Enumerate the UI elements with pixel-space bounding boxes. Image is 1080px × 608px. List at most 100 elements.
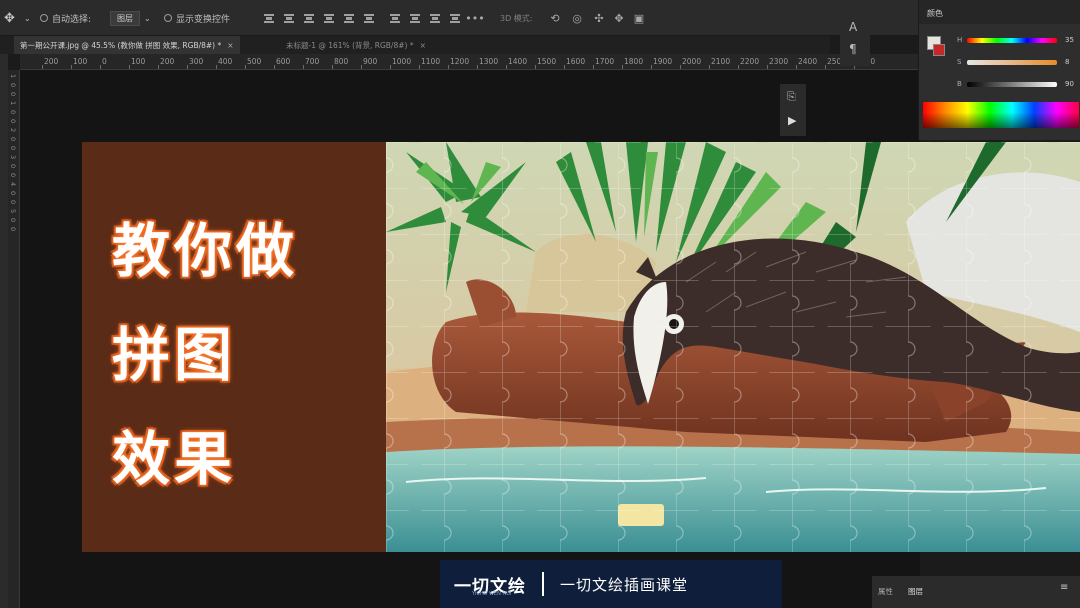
show-transform-label: 显示变换控件 [176, 14, 231, 25]
ruler-tick-label: 2 [9, 128, 17, 133]
distribute-vcenter-icon[interactable] [388, 11, 402, 25]
auto-select-value: 图层 [110, 10, 140, 26]
ruler-tick [303, 65, 304, 69]
ruler-tick [651, 65, 652, 69]
ruler-tick [593, 65, 594, 69]
ruler-tick [709, 65, 710, 69]
ruler-tick-label: 2200 [740, 57, 760, 66]
tab-label: 未标题-1 @ 161% (背景, RGB/8#) * [286, 40, 414, 50]
align-bottom-icon[interactable] [302, 11, 316, 25]
brightness-slider[interactable] [967, 82, 1057, 87]
ruler-tick-label: 4 [9, 182, 17, 187]
ruler-tick-label: 1900 [653, 57, 673, 66]
3d-rotate-icon[interactable]: ⟲ [548, 11, 562, 25]
ruler-tick [187, 65, 188, 69]
distribute-right-icon[interactable] [448, 11, 462, 25]
divider [542, 572, 544, 596]
distribute-top-icon[interactable] [362, 11, 376, 25]
3d-slide-icon[interactable]: ✥ [612, 11, 626, 25]
distribute-left-icon[interactable] [428, 11, 442, 25]
brightness-value[interactable]: 90 [1065, 80, 1074, 88]
ruler-tick [361, 65, 362, 69]
horizontal-ruler[interactable]: 200 100 0 100 200 300 400 500 600 700 800 900 1000 11… [20, 54, 920, 70]
ruler-tick-label: 0 [102, 57, 107, 66]
ruler-tick-label: 800 [334, 57, 349, 66]
ruler-tick-label: 0 [9, 83, 17, 88]
ruler-tick [796, 65, 797, 69]
brightness-label: B [957, 80, 962, 88]
document-tabs: 第一期公开课.jpg @ 45.5% (教你做 拼图 效果, RGB/8#) *… [0, 36, 830, 54]
ruler-tick [245, 65, 246, 69]
ruler-tick [767, 65, 768, 69]
3d-roll-icon[interactable]: ◎ [570, 11, 584, 25]
ruler-tick-label: 400 [218, 57, 233, 66]
auto-select-checkbox[interactable]: 自动选择: [40, 0, 91, 36]
more-dots-icon[interactable]: ••• [465, 11, 484, 25]
ruler-tick-label: 0 [9, 173, 17, 178]
ruler-tick [419, 65, 420, 69]
ruler-tick-label: 5 [9, 209, 17, 214]
history-icon[interactable]: ⎘ [787, 90, 796, 104]
color-spectrum[interactable] [923, 102, 1079, 128]
tools-panel-edge [0, 54, 8, 608]
auto-select-label: 自动选择: [52, 14, 92, 25]
ruler-tick-label: 2300 [769, 57, 789, 66]
panel-menu-icon[interactable]: ≡ [1060, 582, 1068, 593]
3d-drag-icon[interactable]: ✣ [592, 11, 606, 25]
color-panel-title: 颜色 [919, 0, 1080, 24]
paragraph-icon[interactable]: ¶ [849, 42, 857, 56]
tab-document-1[interactable]: 第一期公开课.jpg @ 45.5% (教你做 拼图 效果, RGB/8#) *… [14, 36, 240, 54]
vertical-ruler[interactable]: 1 0 0 1 0 0 2 0 0 3 0 0 4 0 0 5 0 0 [8, 70, 20, 608]
ruler-tick-label: 300 [189, 57, 204, 66]
close-icon[interactable]: × [227, 41, 233, 50]
ruler-tick-label: 1400 [508, 57, 528, 66]
move-tool-icon[interactable]: ✥ [4, 0, 15, 36]
ruler-tick [825, 65, 826, 69]
tab-layers[interactable]: 图层 [908, 586, 923, 597]
ruler-tick [71, 65, 72, 69]
align-left-icon[interactable] [322, 11, 336, 25]
saturation-slider[interactable] [967, 60, 1057, 65]
tab-document-2[interactable]: 未标题-1 @ 161% (背景, RGB/8#) * × [280, 36, 432, 54]
saturation-label: S [957, 58, 962, 66]
ruler-tick-label: 0 [9, 218, 17, 223]
ruler-tick [622, 65, 623, 69]
3d-scale-icon[interactable]: ▣ [632, 11, 646, 25]
hue-value[interactable]: 35 [1065, 36, 1074, 44]
ruler-tick-label: 1500 [537, 57, 557, 66]
tab-properties[interactable]: 属性 [878, 586, 893, 597]
ruler-tick-label: 500 [247, 57, 262, 66]
title-panel: 教你做 拼图 效果 [82, 142, 386, 552]
show-transform-checkbox[interactable]: 显示变换控件 [164, 0, 230, 36]
distribute-bottom-icon[interactable] [408, 11, 422, 25]
close-icon[interactable]: × [420, 41, 426, 50]
tool-preset-dropdown[interactable]: ⌄ [24, 0, 31, 36]
background-color-swatch[interactable] [933, 44, 945, 56]
title-line-2: 拼图 [112, 321, 237, 389]
layers-panel-tabs: 属性 图层 ≡ [872, 576, 1080, 608]
ruler-tick [535, 65, 536, 69]
play-icon[interactable]: ▶ [788, 114, 796, 127]
hue-slider[interactable] [967, 38, 1057, 43]
title-line-1: 教你做 [112, 217, 299, 285]
ruler-tick-label: 2100 [711, 57, 731, 66]
tab-label: 第一期公开课.jpg @ 45.5% (教你做 拼图 效果, RGB/8#) * [20, 40, 222, 50]
saturation-value[interactable]: 8 [1065, 58, 1069, 66]
ruler-tick [448, 65, 449, 69]
ruler-tick-label: 1600 [566, 57, 586, 66]
align-vcenter-icon[interactable] [282, 11, 296, 25]
ruler-tick-label: 0 [9, 146, 17, 151]
title-line-3: 效果 [112, 425, 237, 493]
ruler-tick-label: 0 [9, 110, 17, 115]
ruler-tick-label: 1 [9, 101, 17, 106]
hue-label: H [957, 36, 963, 44]
auto-select-dropdown[interactable]: 图层 ⌄ [110, 0, 151, 36]
ruler-tick-label: 0 [9, 119, 17, 124]
align-top-icon[interactable] [262, 11, 276, 25]
ruler-tick [477, 65, 478, 69]
align-hcenter-icon[interactable] [342, 11, 356, 25]
type-icon[interactable]: A [849, 20, 857, 34]
ruler-tick-label: 2400 [798, 57, 818, 66]
3d-mode-label: 3D 模式: [500, 13, 533, 23]
ruler-tick-label: 900 [363, 57, 378, 66]
